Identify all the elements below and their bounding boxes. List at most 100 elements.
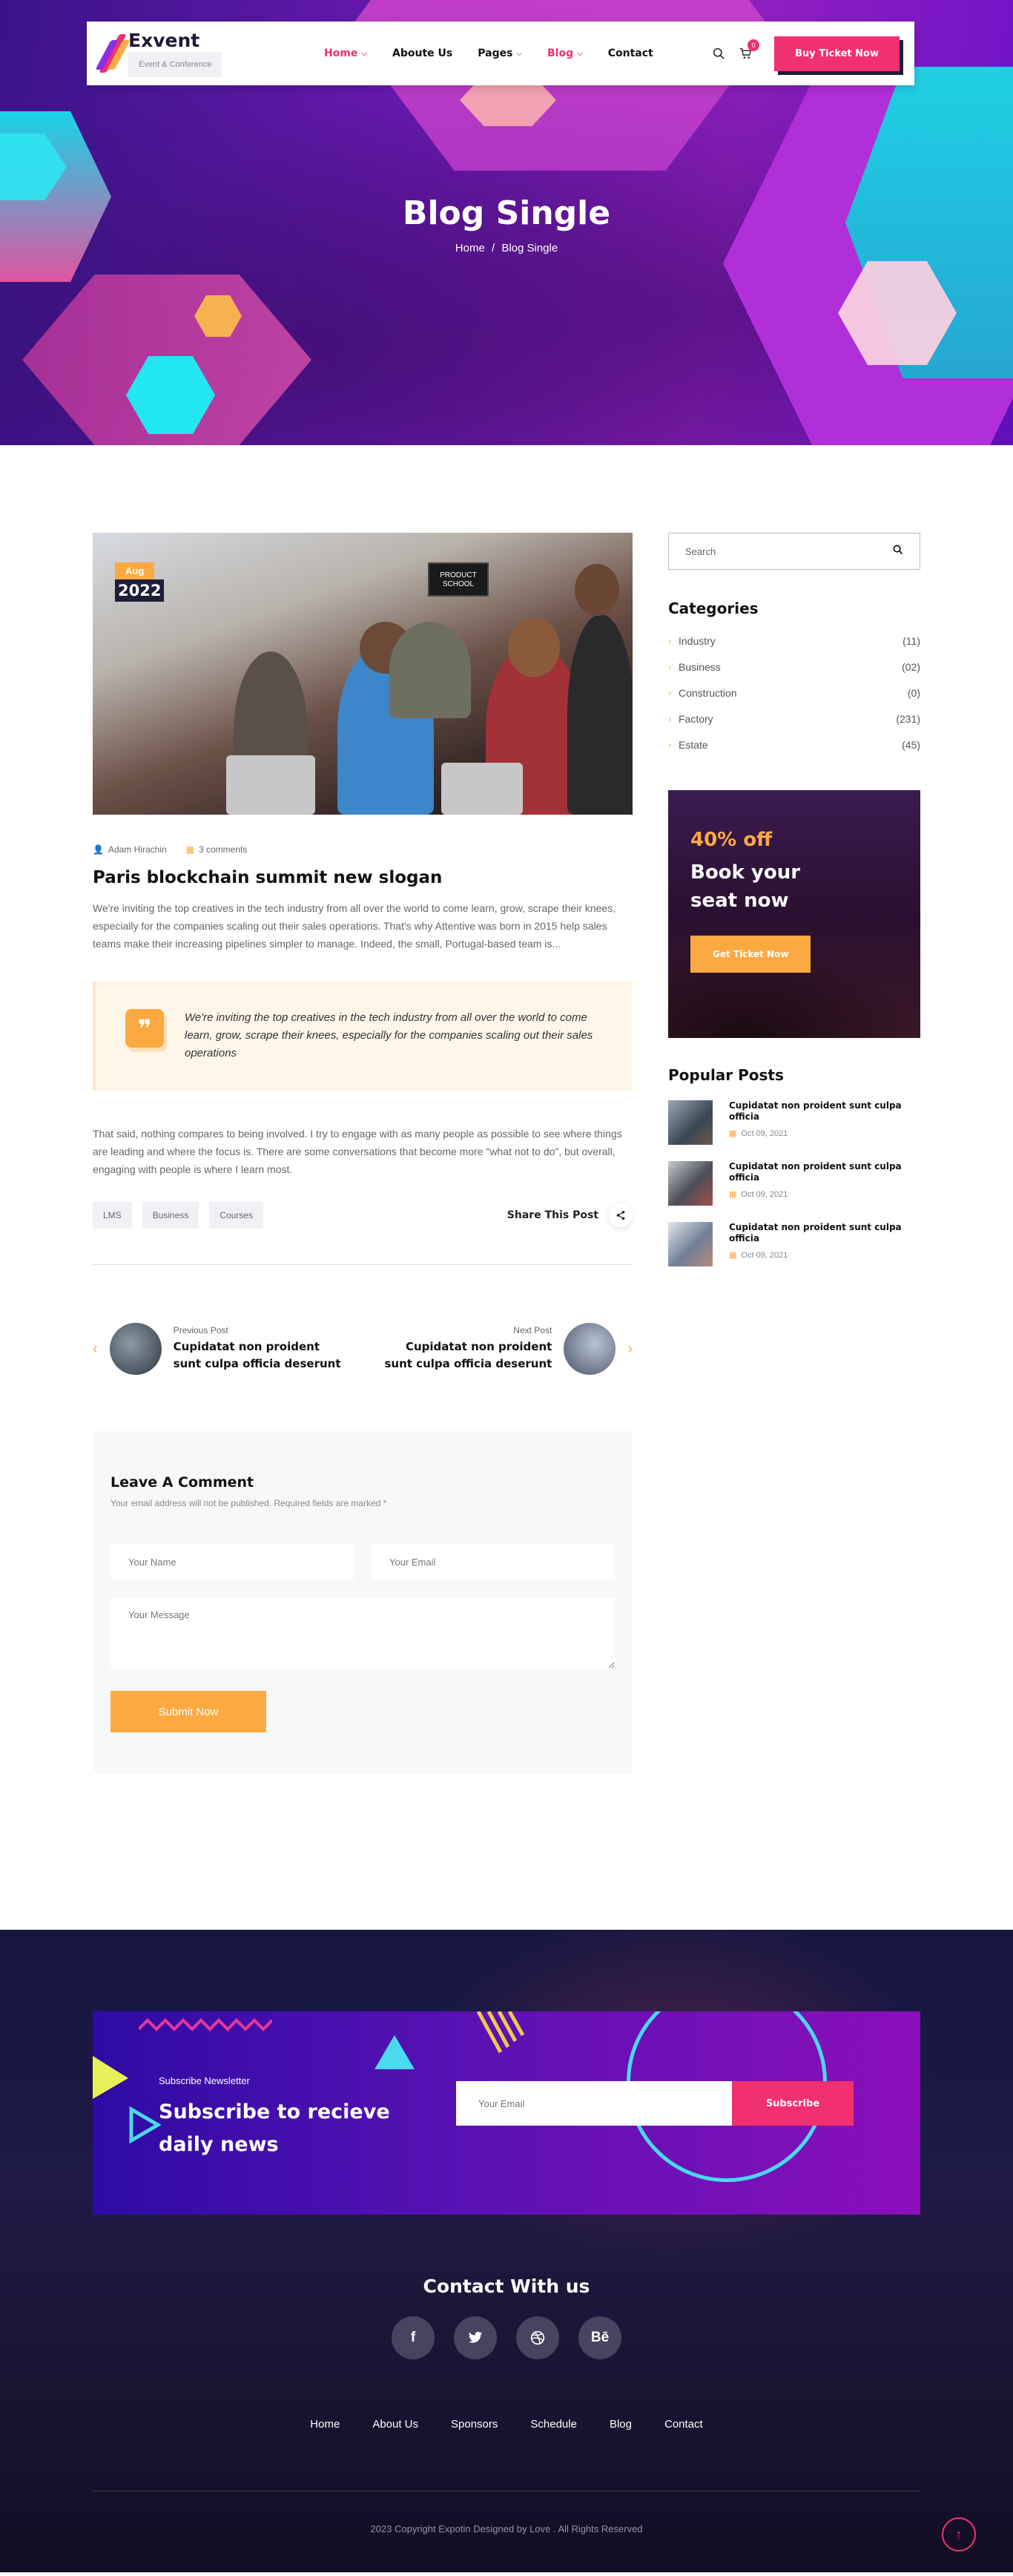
newsletter-email-input[interactable] — [456, 2081, 732, 2126]
categories-title: Categories — [668, 599, 759, 617]
blockquote-text: We're inviting the top creatives in the … — [185, 1011, 593, 1059]
copyright-text: 2023 Copyright Expotin Designed by Love … — [370, 2523, 643, 2534]
chevron-right-icon: › — [668, 661, 671, 672]
buy-ticket-button[interactable]: Buy Ticket Now — [774, 36, 900, 71]
image-sign: PRODUCT SCHOOL — [428, 562, 489, 597]
search-icon[interactable] — [893, 545, 903, 558]
tag-courses[interactable]: Courses — [209, 1202, 264, 1229]
footer-nav: Home About Us Sponsors Schedule Blog Con… — [0, 2418, 1013, 2431]
behance-icon[interactable]: Bē — [578, 2316, 621, 2359]
share-post: Share This Post — [507, 1203, 633, 1227]
categories-list: › Industry (11) › Business (02) › Constructio… — [668, 628, 920, 758]
footer-link-sponsors[interactable]: Sponsors — [451, 2418, 498, 2431]
popular-post-item[interactable]: Cupidatat non proident sunt culpa offici… — [668, 1222, 920, 1266]
post-meta: 👤 Adam Hirachin ▦ 3 comments — [93, 844, 633, 855]
footer-link-home[interactable]: Home — [310, 2418, 340, 2431]
chevron-right-icon: › — [668, 739, 671, 750]
next-post-title: Cupidatat non proident sunt culpa offici… — [384, 1340, 552, 1370]
logo-tagline: Event & Conference — [128, 52, 222, 77]
site-footer: Subscribe Newsletter Subscribe to reciev… — [0, 1930, 1013, 2572]
nav-item-about[interactable]: Aboute Us — [392, 47, 452, 59]
post-date-badge: Aug 2022 — [115, 562, 165, 602]
cart-icon[interactable]: 0 — [737, 39, 760, 62]
search-icon[interactable] — [710, 45, 727, 62]
breadcrumb: Home / Blog Single — [0, 242, 1013, 254]
newsletter-label: Subscribe Newsletter — [159, 2075, 250, 2086]
back-to-top-icon[interactable]: ↑ — [942, 2517, 976, 2552]
breadcrumb-separator: / — [491, 242, 495, 254]
comment-form-note: Your email address will not be published… — [110, 1498, 387, 1508]
nav-item-home[interactable]: Home ⌵ — [324, 47, 367, 59]
message-field[interactable] — [110, 1597, 615, 1669]
search-input[interactable]: Search — [685, 546, 716, 557]
post-blockquote: ❞ We're inviting the top creatives in th… — [93, 981, 633, 1091]
chevron-right-icon: › — [668, 635, 671, 646]
next-post-link[interactable]: Next Post Cupidatat non proident sunt cu… — [381, 1323, 633, 1375]
post-paragraph: We're inviting the top creatives in the … — [93, 902, 616, 950]
category-item[interactable]: › Construction (0) — [668, 680, 920, 706]
post-comments[interactable]: ▦ 3 comments — [186, 844, 248, 855]
chevron-right-icon: › — [668, 687, 671, 698]
post-featured-image: PRODUCT SCHOOL Aug 2022 — [93, 533, 633, 815]
cart-count-badge: 0 — [748, 39, 760, 51]
post-date-year: 2022 — [115, 579, 165, 602]
site-logo[interactable]: Exvent Event & Conference — [95, 30, 321, 77]
post-tags-row: LMS Business Courses Share This Post — [93, 1202, 633, 1229]
submit-comment-button[interactable]: Submit Now — [110, 1691, 266, 1732]
category-item[interactable]: › Estate (45) — [668, 732, 920, 758]
tag-business[interactable]: Business — [142, 1202, 199, 1229]
nav-item-contact[interactable]: Contact — [608, 47, 653, 59]
breadcrumb-current: Blog Single — [501, 242, 558, 254]
popular-post-item[interactable]: Cupidatat non proident sunt culpa offici… — [668, 1161, 920, 1206]
name-field[interactable] — [110, 1544, 354, 1580]
chevron-left-icon: ‹ — [93, 1340, 98, 1357]
chevron-right-icon: › — [627, 1340, 633, 1357]
dribbble-icon[interactable] — [516, 2316, 559, 2359]
blog-main: PRODUCT SCHOOL Aug 2022 👤 Adam Hirachin ▦… — [93, 533, 920, 1774]
post-title: Paris blockchain summit new slogan — [93, 868, 443, 887]
footer-link-contact[interactable]: Contact — [664, 2418, 703, 2431]
site-header: Exvent Event & Conference Home ⌵ Aboute U… — [87, 22, 914, 85]
main-nav: Home ⌵ Aboute Us Pages ⌵ Blog ⌵ Contact — [324, 47, 653, 59]
post-date-month: Aug — [115, 562, 155, 579]
twitter-icon[interactable] — [454, 2316, 497, 2359]
previous-post-label: Previous Post — [173, 1325, 228, 1335]
divider — [93, 1264, 633, 1265]
popular-post-thumbnail — [668, 1100, 713, 1145]
logo-mark-icon — [95, 31, 131, 76]
footer-link-about[interactable]: About Us — [372, 2418, 418, 2431]
email-field[interactable] — [372, 1544, 615, 1580]
previous-post-thumbnail — [109, 1323, 162, 1375]
share-label: Share This Post — [506, 1209, 598, 1221]
comment-form-title: Leave A Comment — [110, 1474, 254, 1491]
footer-link-schedule[interactable]: Schedule — [530, 2418, 577, 2431]
popular-post-item[interactable]: Cupidatat non proident sunt culpa offici… — [668, 1100, 920, 1145]
category-item[interactable]: › Business (02) — [668, 654, 920, 680]
calendar-icon: ▦ — [729, 1190, 737, 1199]
next-post-label: Next Post — [513, 1325, 552, 1335]
footer-link-blog[interactable]: Blog — [610, 2418, 632, 2431]
share-icon[interactable] — [609, 1203, 633, 1227]
post-author[interactable]: 👤 Adam Hirachin — [93, 844, 167, 855]
category-item[interactable]: › Factory (231) — [668, 706, 920, 732]
chevron-down-icon: ⌵ — [361, 49, 368, 58]
sidebar-search[interactable]: Search — [668, 533, 920, 570]
subscribe-button[interactable]: Subscribe — [732, 2081, 854, 2126]
blog-sidebar: Search Categories › Industry (11) › Busines… — [668, 533, 920, 1774]
decor-triangle — [129, 2106, 161, 2143]
calendar-icon: ▦ — [729, 1129, 737, 1138]
page-hero: Blog Single Home / Blog Single Exvent Ev… — [0, 0, 1013, 445]
newsletter-heading: Subscribe to recieve daily news — [159, 2100, 390, 2156]
previous-post-link[interactable]: ‹ Previous Post Cupidatat non proident s… — [93, 1323, 344, 1375]
get-ticket-button[interactable]: Get Ticket Now — [690, 936, 811, 973]
ticket-promo-banner: 40% off Book your seat now Get Ticket No… — [668, 790, 920, 1038]
calendar-icon: ▦ — [729, 1251, 737, 1260]
nav-item-blog[interactable]: Blog ⌵ — [547, 47, 583, 59]
quote-icon: ❞ — [125, 1009, 164, 1048]
category-item[interactable]: › Industry (11) — [668, 628, 920, 654]
tag-lms[interactable]: LMS — [93, 1202, 132, 1229]
breadcrumb-home-link[interactable]: Home — [455, 242, 485, 254]
facebook-icon[interactable]: f — [392, 2316, 435, 2359]
user-icon: 👤 — [93, 844, 104, 855]
nav-item-pages[interactable]: Pages ⌵ — [478, 47, 522, 59]
